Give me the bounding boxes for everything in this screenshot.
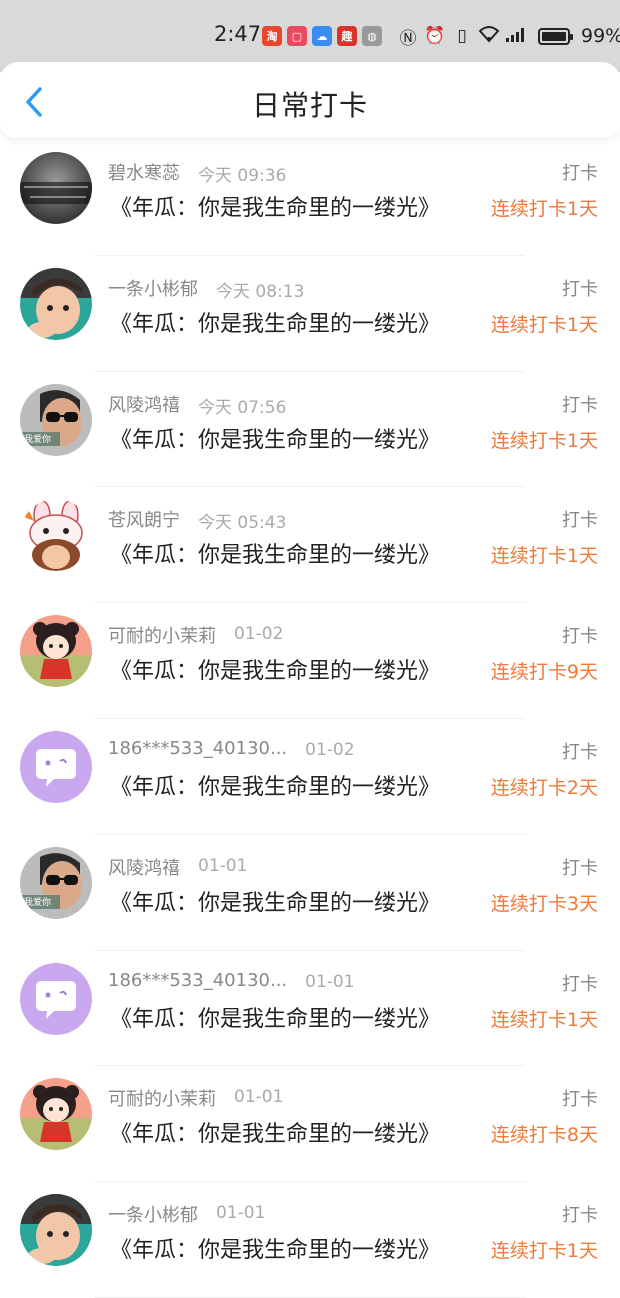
list-item[interactable]: 苍风朗宁 今天 05:43 打卡《年瓜：你是我生命里的一缕光》 连续打卡1天 xyxy=(0,487,620,603)
checkin-label: 打卡 xyxy=(562,1205,598,1227)
book-title[interactable]: 《年瓜：你是我生命里的一缕光》 xyxy=(110,306,440,338)
checkin-label: 打卡 xyxy=(562,394,598,416)
list-item[interactable]: 一条小彬郁 今天 08:13 打卡《年瓜：你是我生命里的一缕光》 连续打卡1天 xyxy=(0,256,620,372)
streak-badge: 连续打卡1天 xyxy=(490,545,598,568)
book-title[interactable]: 《年瓜：你是我生命里的一缕光》 xyxy=(110,1232,440,1264)
avatar[interactable]: 我爱你 xyxy=(20,383,92,456)
battery-icon xyxy=(538,27,573,45)
avatar[interactable] xyxy=(20,615,92,688)
page-title: 日常打卡 xyxy=(251,89,368,122)
avatar[interactable] xyxy=(20,730,92,803)
wechat-icon: ◍ xyxy=(362,26,382,46)
signal-icon xyxy=(505,25,527,48)
list-item[interactable]: 碧水寒蕊 今天 09:36 打卡《年瓜：你是我生命里的一缕光》 连续打卡1天 xyxy=(0,140,620,256)
avatar[interactable] xyxy=(20,499,92,572)
list-item[interactable]: 我爱你 风陵鸿禧 今天 07:56 打卡《年瓜：你是我生命里的一缕光》 连续打卡1天 xyxy=(0,372,620,488)
user-name[interactable]: 苍风朗宁 xyxy=(108,506,180,532)
user-name[interactable]: 一条小彬郁 xyxy=(108,1201,198,1227)
taobao-icon: 淘 xyxy=(262,26,282,46)
list-item[interactable]: 可耐的小茉莉 01-01 打卡《年瓜：你是我生命里的一缕光》 连续打卡8天 xyxy=(0,1066,620,1182)
wifi-icon xyxy=(478,25,500,48)
user-name[interactable]: 风陵鸿禧 xyxy=(108,854,180,880)
checkin-label: 打卡 xyxy=(562,973,598,995)
book-title[interactable]: 《年瓜：你是我生命里的一缕光》 xyxy=(110,537,440,569)
checkin-label: 打卡 xyxy=(562,1089,598,1111)
post-time: 今天 09:36 xyxy=(198,166,287,186)
streak-badge: 连续打卡1天 xyxy=(490,429,598,452)
svg-text:我爱你: 我爱你 xyxy=(24,896,51,907)
streak-badge: 连续打卡1天 xyxy=(490,1008,598,1031)
list-item[interactable]: 186***533_40130... 01-01 打卡《年瓜：你是我生命里的一缕光》… xyxy=(0,951,620,1067)
streak-badge: 连续打卡1天 xyxy=(490,198,598,220)
streak-badge: 连续打卡9天 xyxy=(490,661,598,684)
user-name[interactable]: 一条小彬郁 xyxy=(108,275,198,301)
book-title[interactable]: 《年瓜：你是我生命里的一缕光》 xyxy=(110,885,440,917)
status-icons: 淘 ▢ ☁ 趣 ◍ Ⓝ ⏰ ▯ 99% xyxy=(262,24,620,49)
list-item[interactable]: 186***533_40130... 01-02 打卡《年瓜：你是我生命里的一缕光》… xyxy=(0,719,620,835)
book-title[interactable]: 《年瓜：你是我生命里的一缕光》 xyxy=(110,653,440,685)
user-name[interactable]: 186***533_40130... xyxy=(108,970,287,991)
avatar[interactable] xyxy=(20,1078,92,1151)
svg-text:我爱你: 我爱你 xyxy=(24,433,51,444)
book-title[interactable]: 《年瓜：你是我生命里的一缕光》 xyxy=(110,1001,440,1033)
post-time: 今天 07:56 xyxy=(198,397,287,418)
battery-percent: 99% xyxy=(581,25,620,47)
checkin-label: 打卡 xyxy=(562,626,598,648)
status-time: 2:47 xyxy=(214,22,262,46)
streak-badge: 连续打卡1天 xyxy=(490,1240,598,1263)
list-item[interactable]: 一条小彬郁 01-01 打卡《年瓜：你是我生命里的一缕光》 连续打卡1天 xyxy=(0,1182,620,1298)
checkin-label: 打卡 xyxy=(562,278,598,300)
nfc-icon: Ⓝ xyxy=(399,28,417,49)
streak-badge: 连续打卡1天 xyxy=(490,313,598,336)
list-item[interactable]: 我爱你 风陵鸿禧 01-01 打卡《年瓜：你是我生命里的一缕光》 连续打卡3天 xyxy=(0,835,620,951)
post-time: 01-01 xyxy=(216,1203,266,1224)
post-time: 01-01 xyxy=(305,971,355,992)
avatar[interactable] xyxy=(20,152,92,224)
book-title[interactable]: 《年瓜：你是我生命里的一缕光》 xyxy=(110,769,440,801)
header-bar: 日常打卡 xyxy=(0,62,620,138)
cloud-icon: ☁ xyxy=(312,26,332,46)
user-name[interactable]: 风陵鸿禧 xyxy=(108,391,180,417)
checkin-label: 打卡 xyxy=(562,741,598,763)
avatar[interactable] xyxy=(20,267,92,340)
post-time: 01-01 xyxy=(198,855,248,876)
app-red-icon: ▢ xyxy=(287,26,307,46)
streak-badge: 连续打卡3天 xyxy=(490,892,598,915)
avatar[interactable] xyxy=(20,1194,92,1267)
avatar[interactable]: 我爱你 xyxy=(20,846,92,919)
checkin-list: 碧水寒蕊 今天 09:36 打卡 《年瓜：你是我生命里的一缕光》 连续打卡1天 一条小彬郁… xyxy=(0,140,620,1298)
checkin-label: 打卡 xyxy=(562,857,598,879)
checkin-label: 打卡 xyxy=(562,510,598,532)
book-title[interactable]: 《年瓜：你是我生命里的一缕光》 xyxy=(110,1116,440,1148)
streak-badge: 连续打卡8天 xyxy=(490,1124,598,1147)
avatar[interactable] xyxy=(20,962,92,1035)
vibrate-icon: ▯ xyxy=(457,26,467,46)
post-time: 01-02 xyxy=(305,739,355,760)
book-title[interactable]: 《年瓜：你是我生命里的一缕光》 xyxy=(110,422,440,454)
user-name[interactable]: 可耐的小茉莉 xyxy=(108,622,216,648)
alarm-icon: ⏰ xyxy=(424,26,446,46)
post-time: 今天 08:13 xyxy=(216,281,305,302)
post-time: 01-02 xyxy=(234,624,284,645)
user-name[interactable]: 186***533_40130... xyxy=(108,738,287,759)
user-name[interactable]: 可耐的小茉莉 xyxy=(108,1085,216,1111)
post-time: 01-01 xyxy=(234,1087,284,1108)
streak-badge: 连续打卡2天 xyxy=(490,776,598,799)
book-title[interactable]: 《年瓜：你是我生命里的一缕光》 xyxy=(110,190,440,222)
user-name[interactable]: 碧水寒蕊 xyxy=(108,159,180,185)
post-time: 今天 05:43 xyxy=(198,513,287,534)
app-news-icon: 趣 xyxy=(337,26,357,46)
checkin-label: 打卡 xyxy=(562,163,598,184)
list-item[interactable]: 可耐的小茉莉 01-02 打卡《年瓜：你是我生命里的一缕光》 连续打卡9天 xyxy=(0,603,620,719)
